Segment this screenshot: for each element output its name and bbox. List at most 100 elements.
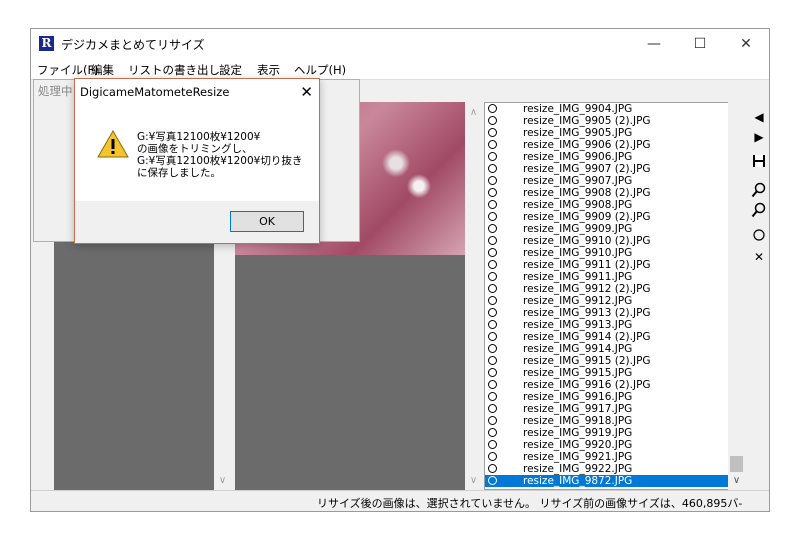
- file-name: resize_IMG_9919.JPG: [523, 427, 633, 439]
- dialog-footer: OK: [75, 201, 319, 243]
- list-item[interactable]: resize_IMG_9904.JPG: [485, 103, 728, 115]
- zoom-in-icon[interactable]: [750, 182, 768, 200]
- ok-button[interactable]: OK: [230, 211, 304, 232]
- menu-edit[interactable]: 編集: [91, 62, 114, 78]
- status-circle-icon: [488, 176, 497, 185]
- file-name: resize_IMG_9905 (2).JPG: [523, 115, 651, 127]
- file-name: resize_IMG_9906.JPG: [523, 151, 633, 163]
- list-item[interactable]: resize_IMG_9916.JPG: [485, 391, 728, 403]
- file-name: resize_IMG_9909.JPG: [523, 223, 633, 235]
- scroll-up-icon[interactable]: ∧: [465, 104, 482, 121]
- scroll-down-icon[interactable]: ∨: [465, 472, 482, 489]
- status-circle-icon: [488, 152, 497, 161]
- side-toolbar: ◀ ▶ ✕: [747, 102, 769, 490]
- file-name: resize_IMG_9912.JPG: [523, 295, 633, 307]
- list-item[interactable]: resize_IMG_9910.JPG: [485, 247, 728, 259]
- status-circle-icon: [488, 104, 497, 113]
- cross-icon[interactable]: ✕: [750, 248, 768, 266]
- file-name: resize_IMG_9910.JPG: [523, 247, 633, 259]
- list-item[interactable]: resize_IMG_9913 (2).JPG: [485, 307, 728, 319]
- next-icon[interactable]: ▶: [750, 128, 768, 146]
- status-circle-icon: [488, 128, 497, 137]
- list-item[interactable]: resize_IMG_9915.JPG: [485, 367, 728, 379]
- menu-help[interactable]: ヘルプ(H): [294, 62, 346, 78]
- list-item[interactable]: resize_IMG_9915 (2).JPG: [485, 355, 728, 367]
- zoom-out-icon[interactable]: [750, 202, 768, 220]
- status-circle-icon: [488, 284, 497, 293]
- maximize-button[interactable]: ☐: [677, 29, 723, 59]
- list-item[interactable]: resize_IMG_9905.JPG: [485, 127, 728, 139]
- title-bar: R デジカメまとめてリサイズ — ☐ ✕: [31, 29, 769, 59]
- status-circle-icon: [488, 308, 497, 317]
- close-button[interactable]: ✕: [723, 29, 769, 59]
- list-item[interactable]: resize_IMG_9906.JPG: [485, 151, 728, 163]
- list-item[interactable]: resize_IMG_9908.JPG: [485, 199, 728, 211]
- status-circle-icon: [488, 344, 497, 353]
- list-item[interactable]: resize_IMG_9912.JPG: [485, 295, 728, 307]
- list-item[interactable]: resize_IMG_9909.JPG: [485, 223, 728, 235]
- file-name: resize_IMG_9915.JPG: [523, 367, 633, 379]
- status-circle-icon: [488, 236, 497, 245]
- list-item[interactable]: resize_IMG_9911 (2).JPG: [485, 259, 728, 271]
- dialog-title: DigicameMatometeResize: [80, 85, 230, 99]
- scroll-down-icon[interactable]: ∨: [728, 472, 745, 489]
- menu-file[interactable]: ファイル(F): [37, 62, 99, 78]
- status-circle-icon: [488, 452, 497, 461]
- list-item[interactable]: resize_IMG_9909 (2).JPG: [485, 211, 728, 223]
- status-circle-icon: [488, 260, 497, 269]
- dialog-close-button[interactable]: ✕: [300, 82, 313, 102]
- warning-icon: [97, 129, 129, 159]
- minimize-button[interactable]: —: [631, 29, 677, 59]
- list-item[interactable]: resize_IMG_9911.JPG: [485, 271, 728, 283]
- list-item[interactable]: resize_IMG_9910 (2).JPG: [485, 235, 728, 247]
- dialog-body: G:¥写真12100枚¥1200¥ の画像をトリミングし、 G:¥写真12100…: [75, 105, 319, 201]
- menu-view[interactable]: 表示: [257, 62, 280, 78]
- menu-settings[interactable]: 設定: [219, 62, 242, 78]
- list-item[interactable]: resize_IMG_9919.JPG: [485, 427, 728, 439]
- save-icon[interactable]: [750, 154, 768, 172]
- status-circle-icon: [488, 320, 497, 329]
- list-item[interactable]: resize_IMG_9905 (2).JPG: [485, 115, 728, 127]
- circle-icon[interactable]: [750, 228, 768, 246]
- list-item[interactable]: resize_IMG_9906 (2).JPG: [485, 139, 728, 151]
- list-item[interactable]: resize_IMG_9918.JPG: [485, 415, 728, 427]
- list-item[interactable]: resize_IMG_9922.JPG: [485, 463, 728, 475]
- scroll-down-icon[interactable]: ∨: [214, 472, 231, 489]
- list-item[interactable]: resize_IMG_9913.JPG: [485, 319, 728, 331]
- file-name: resize_IMG_9918.JPG: [523, 415, 633, 427]
- file-name: resize_IMG_9906 (2).JPG: [523, 139, 651, 151]
- progress-dialog-title: 処理中: [38, 84, 73, 98]
- status-circle-icon: [488, 476, 497, 485]
- list-item[interactable]: resize_IMG_9914.JPG: [485, 343, 728, 355]
- list-item[interactable]: resize_IMG_9907 (2).JPG: [485, 163, 728, 175]
- status-circle-icon: [488, 368, 497, 377]
- app-icon: R: [39, 36, 54, 51]
- list-item[interactable]: resize_IMG_9907.JPG: [485, 175, 728, 187]
- list-item[interactable]: resize_IMG_9921.JPG: [485, 451, 728, 463]
- menu-export-list[interactable]: リストの書き出し: [128, 62, 220, 78]
- file-name: resize_IMG_9904.JPG: [523, 103, 633, 115]
- list-item[interactable]: resize_IMG_9920.JPG: [485, 439, 728, 451]
- file-name: resize_IMG_9911 (2).JPG: [523, 259, 651, 271]
- prev-icon[interactable]: ◀: [750, 108, 768, 126]
- list-item[interactable]: resize_IMG_9914 (2).JPG: [485, 331, 728, 343]
- result-scrollbar[interactable]: ∧ ∨: [465, 102, 482, 490]
- list-item[interactable]: resize_IMG_9916 (2).JPG: [485, 379, 728, 391]
- file-name: resize_IMG_9907 (2).JPG: [523, 163, 651, 175]
- file-name: resize_IMG_9922.JPG: [523, 463, 633, 475]
- file-name: resize_IMG_9910 (2).JPG: [523, 235, 651, 247]
- list-item[interactable]: resize_IMG_9917.JPG: [485, 403, 728, 415]
- list-item[interactable]: resize_IMG_9908 (2).JPG: [485, 187, 728, 199]
- file-name: resize_IMG_9914 (2).JPG: [523, 331, 651, 343]
- list-item[interactable]: resize_IMG_9872.JPG: [485, 475, 728, 487]
- status-circle-icon: [488, 212, 497, 221]
- status-circle-icon: [488, 200, 497, 209]
- list-item[interactable]: resize_IMG_9912 (2).JPG: [485, 283, 728, 295]
- status-circle-icon: [488, 404, 497, 413]
- scroll-thumb[interactable]: [730, 456, 743, 472]
- file-name: resize_IMG_9916.JPG: [523, 391, 633, 403]
- file-list[interactable]: resize_IMG_9904.JPG resize_IMG_9905 (2).J…: [484, 102, 729, 490]
- file-name: resize_IMG_9909 (2).JPG: [523, 211, 651, 223]
- file-list-scrollbar[interactable]: ∨: [728, 102, 745, 490]
- status-bar: リサイズ後の画像は、選択されていません。 リサイズ前の画像サイズは、460,89…: [31, 490, 769, 511]
